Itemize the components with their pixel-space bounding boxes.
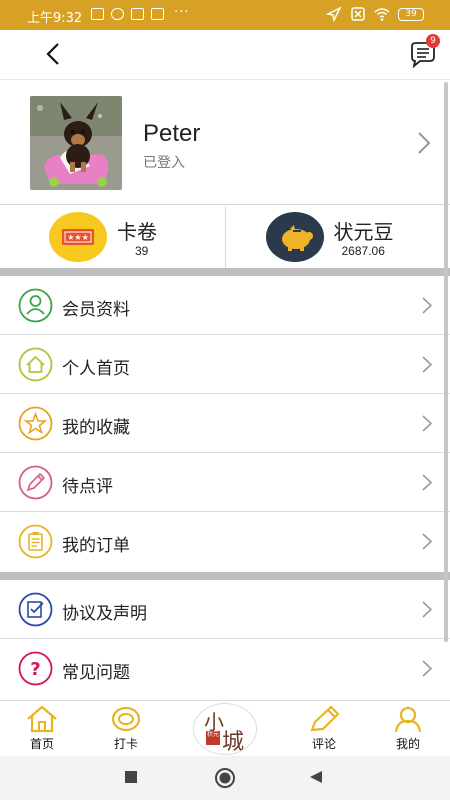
chevron-right-icon (422, 474, 432, 491)
question-icon: ? (18, 651, 53, 686)
center-logo-button[interactable]: 小 城 状元 (193, 703, 257, 755)
menu-item-personal-home[interactable]: 个人首页 (0, 335, 450, 394)
tab-mine[interactable]: 我的 (378, 703, 438, 755)
chevron-right-icon (418, 132, 431, 154)
checkin-tab-icon (111, 706, 141, 732)
system-nav-bar (0, 756, 450, 800)
chat-notification-icon (111, 8, 124, 20)
menu-item-orders[interactable]: 我的订单 (0, 512, 450, 571)
tab-label: 首页 (29, 737, 54, 751)
mail-notification-icon (151, 8, 164, 20)
home-icon (18, 347, 53, 382)
piggy-icon-circle (265, 212, 324, 262)
menu-label: 协议及声明 (62, 604, 147, 624)
star-icon (18, 406, 53, 441)
profile-tab-icon (394, 706, 422, 733)
menu-label: 我的订单 (62, 536, 130, 556)
wifi-icon (374, 8, 390, 21)
tab-comment[interactable]: 评论 (294, 703, 354, 755)
no-sim-icon (351, 7, 365, 21)
dog-photo-image (30, 96, 122, 190)
svg-text:?: ? (30, 659, 40, 680)
menu-label: 会员资料 (62, 300, 130, 320)
profile-card[interactable]: Peter 已登入 (0, 80, 450, 205)
profile-name: Peter (143, 120, 201, 147)
menu-item-member-info[interactable]: 会员资料 (0, 276, 450, 335)
app-bar: 9 (0, 30, 450, 80)
app-screen: 上午9:32 ··· 39 9 Peter 已登入 ★★★ 卡卷 39 状元豆 … (0, 0, 450, 800)
back-arrow-icon[interactable] (40, 40, 68, 68)
bottom-tab-bar: 首页 打卡 小 城 状元 评论 我的 (0, 700, 450, 756)
menu-item-faq[interactable]: ? 常见问题 (0, 639, 450, 698)
chevron-right-icon (422, 297, 432, 314)
scrollbar[interactable] (444, 82, 448, 642)
status-time: 上午9:32 (27, 11, 83, 26)
clipboard-icon (18, 524, 53, 559)
more-notifications-icon: ··· (174, 5, 190, 20)
tab-home[interactable]: 首页 (12, 703, 72, 755)
status-bar: 上午9:32 ··· 39 (0, 0, 450, 30)
chevron-right-icon (422, 415, 432, 432)
tab-label: 评论 (311, 737, 336, 751)
member-info-icon (18, 288, 53, 323)
message-badge: 9 (426, 34, 440, 48)
menu-label: 待点评 (62, 477, 113, 497)
beans-amount: 2687.06 (341, 244, 385, 258)
svg-text:★★★: ★★★ (67, 233, 89, 242)
avatar[interactable] (30, 96, 122, 190)
menu-group-account: 会员资料 个人首页 我的收藏 待点评 我的订单 (0, 276, 450, 571)
login-status: 已登入 (143, 155, 185, 171)
stats-bar: ★★★ 卡卷 39 状元豆 2687.06 (0, 206, 450, 268)
section-divider (0, 268, 450, 276)
ticket-icon-circle: ★★★ (49, 212, 107, 262)
location-icon (326, 6, 342, 22)
coupon-stat[interactable]: ★★★ 卡卷 39 (0, 206, 225, 268)
pencil-icon (18, 465, 53, 500)
menu-item-pending-review[interactable]: 待点评 (0, 453, 450, 512)
ticket-icon: ★★★ (49, 212, 107, 262)
chevron-right-icon (422, 356, 432, 373)
coupon-count: 39 (135, 244, 149, 258)
beans-label: 状元豆 (333, 220, 394, 244)
comment-tab-icon (310, 705, 340, 732)
menu-label: 我的收藏 (62, 418, 130, 438)
bag-notification-icon (131, 8, 144, 20)
home-tab-icon (27, 705, 57, 733)
menu-group-help: 协议及声明 ? 常见问题 (0, 580, 450, 698)
agreement-icon (18, 592, 53, 627)
logo-text-bottom: 城 (222, 730, 245, 755)
piggy-bank-icon (265, 212, 324, 262)
tab-label: 我的 (395, 737, 420, 751)
trash-notification-icon (91, 8, 104, 20)
back-triangle-icon[interactable] (309, 770, 323, 784)
tab-label: 打卡 (113, 737, 138, 751)
chevron-right-icon (422, 601, 432, 618)
section-divider (0, 572, 450, 580)
tab-checkin[interactable]: 打卡 (96, 703, 156, 755)
chevron-right-icon (422, 660, 432, 677)
battery-icon: 39 (398, 7, 424, 21)
logo-seal: 状元 (206, 731, 220, 745)
coupon-label: 卡卷 (117, 220, 157, 244)
home-circle-icon[interactable] (214, 767, 236, 789)
notification-icons (91, 8, 164, 20)
beans-stat[interactable]: 状元豆 2687.06 (224, 206, 450, 268)
menu-item-agreement[interactable]: 协议及声明 (0, 580, 450, 639)
menu-label: 个人首页 (62, 359, 130, 379)
chevron-right-icon (422, 533, 432, 550)
menu-label: 常见问题 (62, 663, 130, 683)
recent-apps-icon[interactable] (124, 770, 138, 784)
system-icons: 39 (326, 6, 424, 22)
menu-item-favorites[interactable]: 我的收藏 (0, 394, 450, 453)
